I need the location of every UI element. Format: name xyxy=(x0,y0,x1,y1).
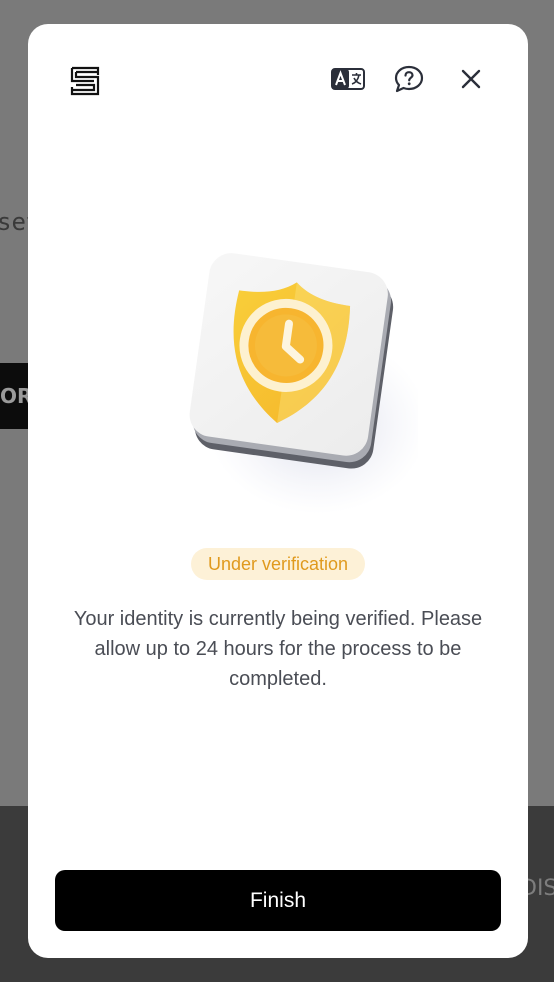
finish-button[interactable]: Finish xyxy=(55,870,501,931)
close-button[interactable] xyxy=(454,64,488,98)
help-button[interactable] xyxy=(392,64,426,98)
translate-icon xyxy=(331,68,365,94)
status-badge: Under verification xyxy=(191,548,365,580)
verification-message: Your identity is currently being verifie… xyxy=(73,608,483,690)
help-chat-icon xyxy=(394,65,424,97)
verification-modal: Under verification Your identity is curr… xyxy=(28,24,528,958)
shield-clock-icon xyxy=(158,234,428,524)
translate-button[interactable] xyxy=(328,64,368,98)
close-icon xyxy=(461,69,481,93)
brand-logo-icon xyxy=(70,66,100,96)
